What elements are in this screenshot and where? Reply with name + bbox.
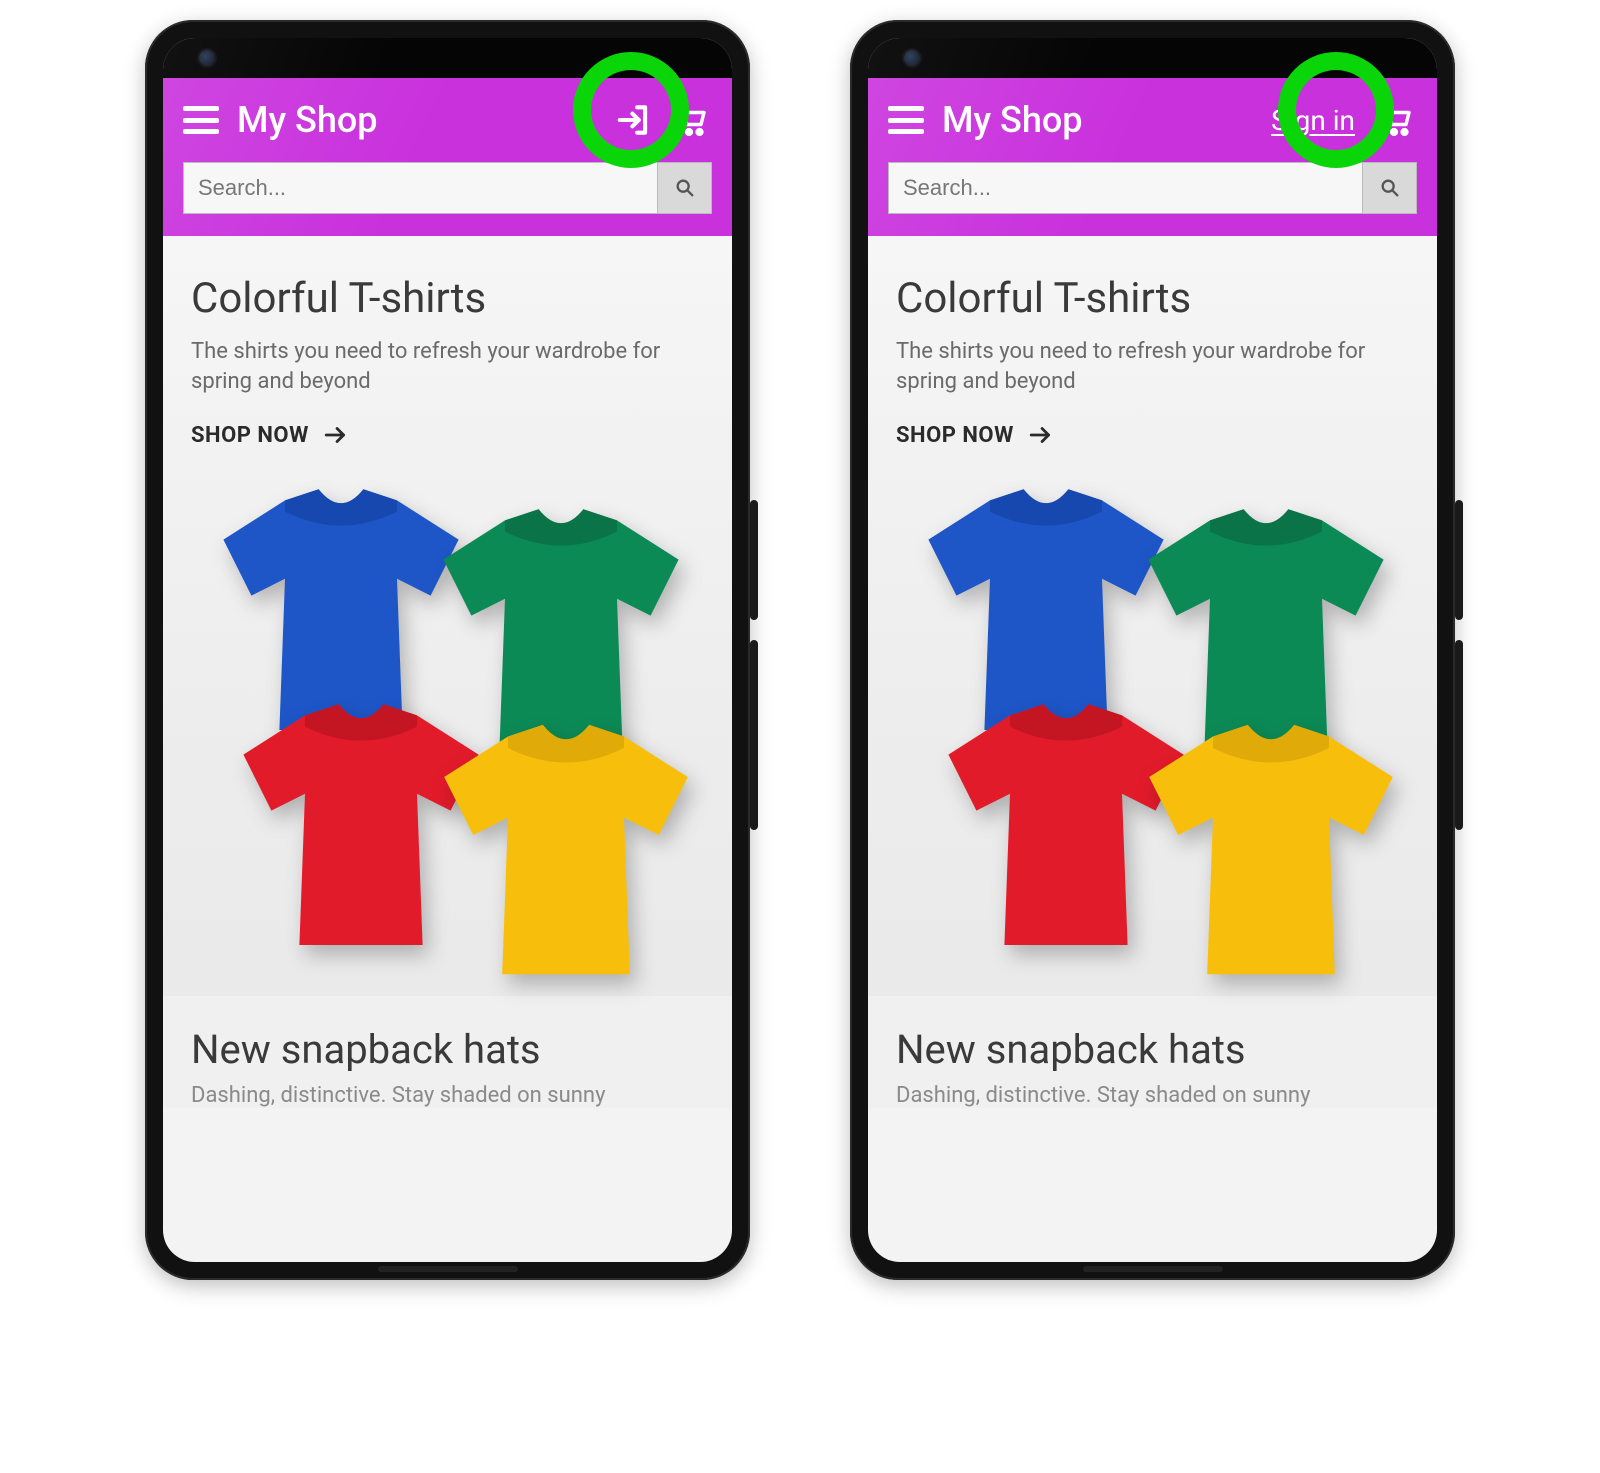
- hero-section: Colorful T-shirts The shirts you need to…: [868, 236, 1437, 996]
- app-title: My Shop: [942, 99, 1083, 141]
- hero-subtitle: The shirts you need to refresh your ward…: [896, 337, 1396, 396]
- arrow-right-icon: [323, 422, 349, 448]
- phone-screen: My Shop Sign in: [868, 38, 1437, 1262]
- hats-subtitle: Dashing, distinctive. Stay shaded on sun…: [191, 1083, 704, 1108]
- hero-title: Colorful T-shirts: [896, 274, 1409, 323]
- search-button[interactable]: [658, 162, 712, 214]
- phone-frame-right: My Shop Sign in: [850, 20, 1455, 1280]
- volume-button: [750, 640, 758, 830]
- hats-title: New snapback hats: [191, 1026, 704, 1073]
- shop-now-button[interactable]: SHOP NOW: [191, 422, 349, 448]
- status-bar: [868, 38, 1437, 78]
- phone-comparison: My Shop: [0, 0, 1600, 1300]
- shop-now-label: SHOP NOW: [191, 423, 309, 448]
- signin-link[interactable]: Sign in: [1267, 102, 1359, 139]
- phone-frame-left: My Shop: [145, 20, 750, 1280]
- search-button[interactable]: [1363, 162, 1417, 214]
- tshirt-image: [191, 466, 704, 986]
- power-button: [1455, 500, 1463, 620]
- tshirt-image: [896, 466, 1409, 986]
- hero-section: Colorful T-shirts The shirts you need to…: [163, 236, 732, 996]
- hats-subtitle: Dashing, distinctive. Stay shaded on sun…: [896, 1083, 1409, 1108]
- cart-button[interactable]: [672, 100, 712, 140]
- status-bar: [163, 38, 732, 78]
- hero-title: Colorful T-shirts: [191, 274, 704, 323]
- hats-section: New snapback hats Dashing, distinctive. …: [868, 996, 1437, 1108]
- search-input[interactable]: [888, 162, 1363, 214]
- login-icon[interactable]: [614, 100, 654, 140]
- shop-now-button[interactable]: SHOP NOW: [896, 422, 1054, 448]
- volume-button: [1455, 640, 1463, 830]
- shop-now-label: SHOP NOW: [896, 423, 1014, 448]
- search-bar: [183, 162, 712, 214]
- menu-button[interactable]: [888, 106, 924, 134]
- cart-button[interactable]: [1377, 100, 1417, 140]
- menu-button[interactable]: [183, 106, 219, 134]
- search-input[interactable]: [183, 162, 658, 214]
- phone-screen: My Shop: [163, 38, 732, 1262]
- app-title: My Shop: [237, 99, 378, 141]
- app-bar: My Shop: [163, 78, 732, 236]
- search-bar: [888, 162, 1417, 214]
- hats-section: New snapback hats Dashing, distinctive. …: [163, 996, 732, 1108]
- hero-subtitle: The shirts you need to refresh your ward…: [191, 337, 691, 396]
- arrow-right-icon: [1028, 422, 1054, 448]
- power-button: [750, 500, 758, 620]
- app-bar: My Shop Sign in: [868, 78, 1437, 236]
- hats-title: New snapback hats: [896, 1026, 1409, 1073]
